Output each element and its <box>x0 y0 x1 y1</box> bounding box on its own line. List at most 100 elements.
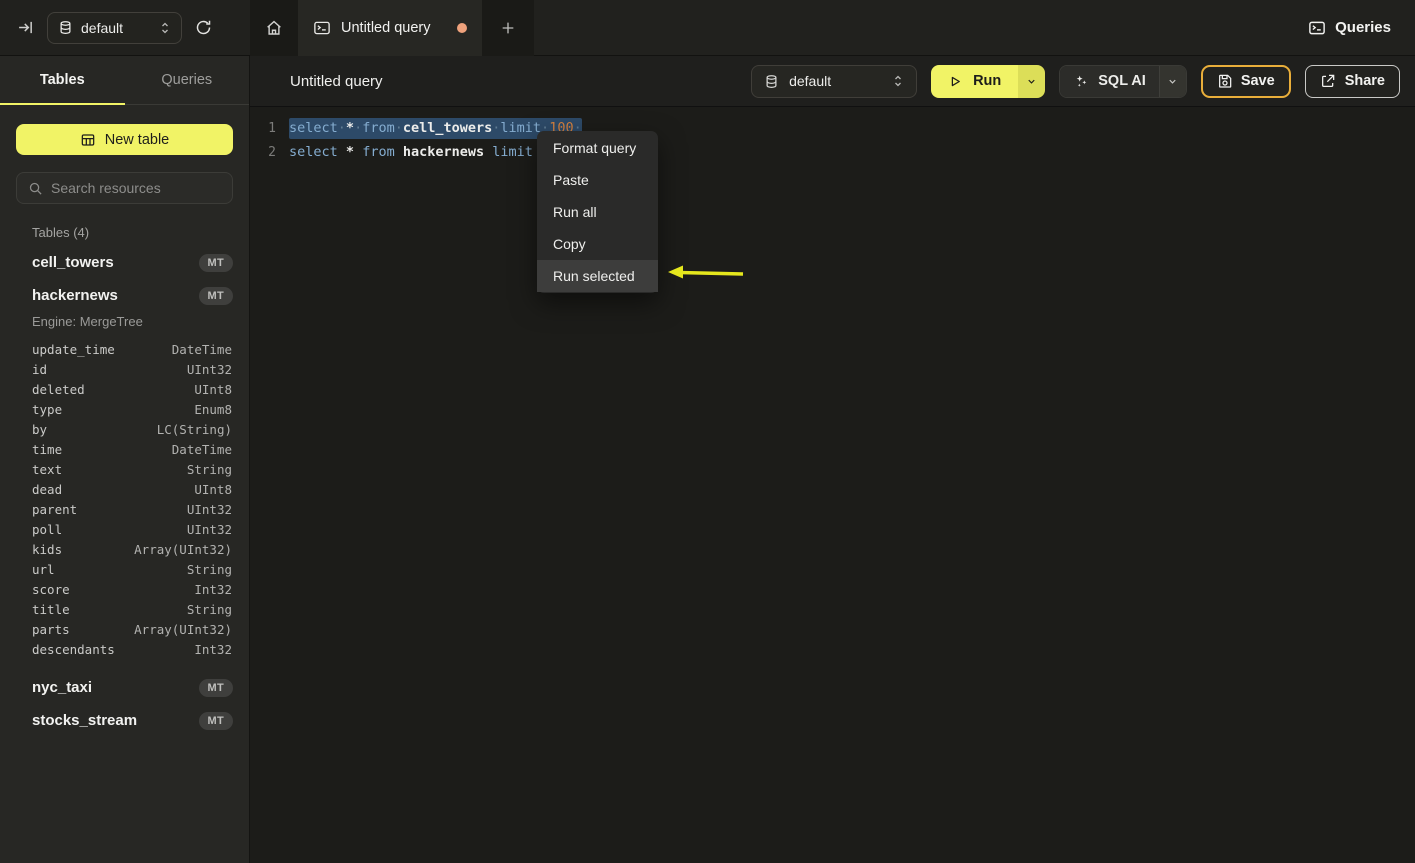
share-icon <box>1320 73 1336 89</box>
column-type: DateTime <box>172 442 232 457</box>
column-type: Int32 <box>194 582 232 597</box>
column-row: update_time DateTime <box>0 339 249 359</box>
column-name: deleted <box>32 382 85 397</box>
updown-chevron-icon <box>159 21 171 35</box>
context-menu-item[interactable]: Copy <box>537 228 658 260</box>
sidebar-tab-queries-label: Queries <box>161 72 212 88</box>
topbar: default <box>0 0 1415 56</box>
column-row: kidsArray(UInt32) <box>0 539 249 559</box>
tab-untitled-query[interactable]: Untitled query <box>298 0 482 56</box>
run-dropdown-caret[interactable] <box>1018 65 1045 98</box>
play-icon <box>948 74 963 89</box>
run-button[interactable]: Run <box>931 65 1045 98</box>
column-name: title <box>32 602 70 617</box>
queries-button[interactable]: Queries <box>1308 19 1391 37</box>
query-title: Untitled query <box>290 73 383 90</box>
column-row: time DateTime <box>0 439 249 459</box>
code-line[interactable]: 1select·*·from·cell_towers·limit·100· <box>250 116 1415 140</box>
table-name: cell_towers <box>32 254 114 271</box>
sql-ai-button-main[interactable]: SQL AI <box>1060 66 1159 97</box>
home-tab-button[interactable] <box>250 0 298 56</box>
queries-terminal-icon <box>1308 19 1326 37</box>
context-menu-item[interactable]: Run selected <box>537 260 658 292</box>
code-token: hackernews <box>403 142 484 163</box>
sql-ai-label: SQL AI <box>1098 73 1146 89</box>
code-token: * <box>346 142 354 163</box>
topbar-database-select[interactable]: default <box>47 12 182 44</box>
sidebar-collapse-button[interactable] <box>17 19 34 36</box>
sql-ai-button[interactable]: SQL AI <box>1059 65 1187 98</box>
column-type: DateTime <box>172 342 232 357</box>
tables-list: cell_towersMThackernewsMTEngine: MergeTr… <box>0 246 249 737</box>
search-box <box>16 172 233 204</box>
save-icon <box>1217 73 1233 89</box>
sidebar-tab-queries[interactable]: Queries <box>125 56 250 104</box>
database-icon <box>764 74 779 89</box>
line-number: 2 <box>250 145 276 160</box>
column-type: LC(String) <box>157 422 232 437</box>
code-token: · <box>395 118 403 139</box>
new-table-button[interactable]: New table <box>16 124 233 155</box>
search-input[interactable] <box>51 180 232 196</box>
column-name: update_time <box>32 342 115 357</box>
code-token: limit <box>500 118 541 139</box>
column-name: type <box>32 402 62 417</box>
code-token <box>484 142 492 163</box>
sparkles-icon <box>1073 73 1089 89</box>
sidebar-tab-tables[interactable]: Tables <box>0 56 125 104</box>
sql-ai-dropdown-caret[interactable] <box>1159 66 1186 97</box>
column-type: Enum8 <box>194 402 232 417</box>
table-row[interactable]: cell_towersMT <box>0 246 249 279</box>
annotation-arrow <box>666 259 746 285</box>
run-button-label: Run <box>973 73 1001 89</box>
column-name: time <box>32 442 62 457</box>
run-button-main[interactable]: Run <box>931 65 1018 98</box>
code-text: select * from hackernews limit <box>289 142 541 163</box>
new-tab-button[interactable] <box>482 0 534 56</box>
column-type: UInt32 <box>187 502 232 517</box>
table-row[interactable]: nyc_taxiMT <box>0 671 249 704</box>
column-name: by <box>32 422 47 437</box>
column-name: score <box>32 582 70 597</box>
tabstrip: Untitled query <box>250 0 534 56</box>
unsaved-dot <box>457 23 467 33</box>
column-type: UInt8 <box>194 482 232 497</box>
save-button[interactable]: Save <box>1201 65 1291 98</box>
column-name: text <box>32 462 62 477</box>
column-row: parts Array(UInt32) <box>0 619 249 639</box>
database-icon <box>58 20 73 35</box>
toolbar-database-select[interactable]: default <box>751 65 917 98</box>
topbar-right: Queries <box>1308 0 1391 55</box>
code-token <box>338 142 346 163</box>
column-type: String <box>187 602 232 617</box>
save-button-label: Save <box>1241 73 1275 89</box>
chevron-down-icon <box>1167 76 1178 87</box>
code-token: · <box>354 118 362 139</box>
column-type: Array(UInt32) <box>134 622 232 637</box>
sql-editor[interactable]: 1select·*·from·cell_towers·limit·100· 2 se… <box>250 108 1415 863</box>
column-name: kids <box>32 542 62 557</box>
sidebar-collapse-icon <box>17 19 34 36</box>
column-row: title String <box>0 599 249 619</box>
table-row[interactable]: stocks_streamMT <box>0 704 249 737</box>
table-columns: update_timeDateTimeidUInt32deletedUInt8t… <box>0 337 249 671</box>
refresh-button[interactable] <box>195 19 212 36</box>
sidebar: Tables Queries New table Tables (4) cell… <box>0 56 250 863</box>
code-token: · <box>338 118 346 139</box>
code-line[interactable]: 2 select * from hackernews limit <box>250 140 1415 164</box>
terminal-icon <box>313 19 331 37</box>
sidebar-tab-tables-label: Tables <box>40 72 85 88</box>
code-token: limit <box>492 142 533 163</box>
column-row: deadUInt8 <box>0 479 249 499</box>
table-name: hackernews <box>32 287 118 304</box>
context-menu-item[interactable]: Run all <box>537 196 658 228</box>
table-row[interactable]: hackernewsMT <box>0 279 249 312</box>
column-name: parts <box>32 622 70 637</box>
share-button[interactable]: Share <box>1305 65 1400 98</box>
context-menu-item[interactable]: Format query <box>537 132 658 164</box>
context-menu-item[interactable]: Paste <box>537 164 658 196</box>
topbar-database-value: default <box>81 20 151 36</box>
code-token: · <box>492 118 500 139</box>
query-toolbar: Untitled query default Run <box>250 56 1415 107</box>
tables-section-label: Tables (4) <box>32 225 233 240</box>
